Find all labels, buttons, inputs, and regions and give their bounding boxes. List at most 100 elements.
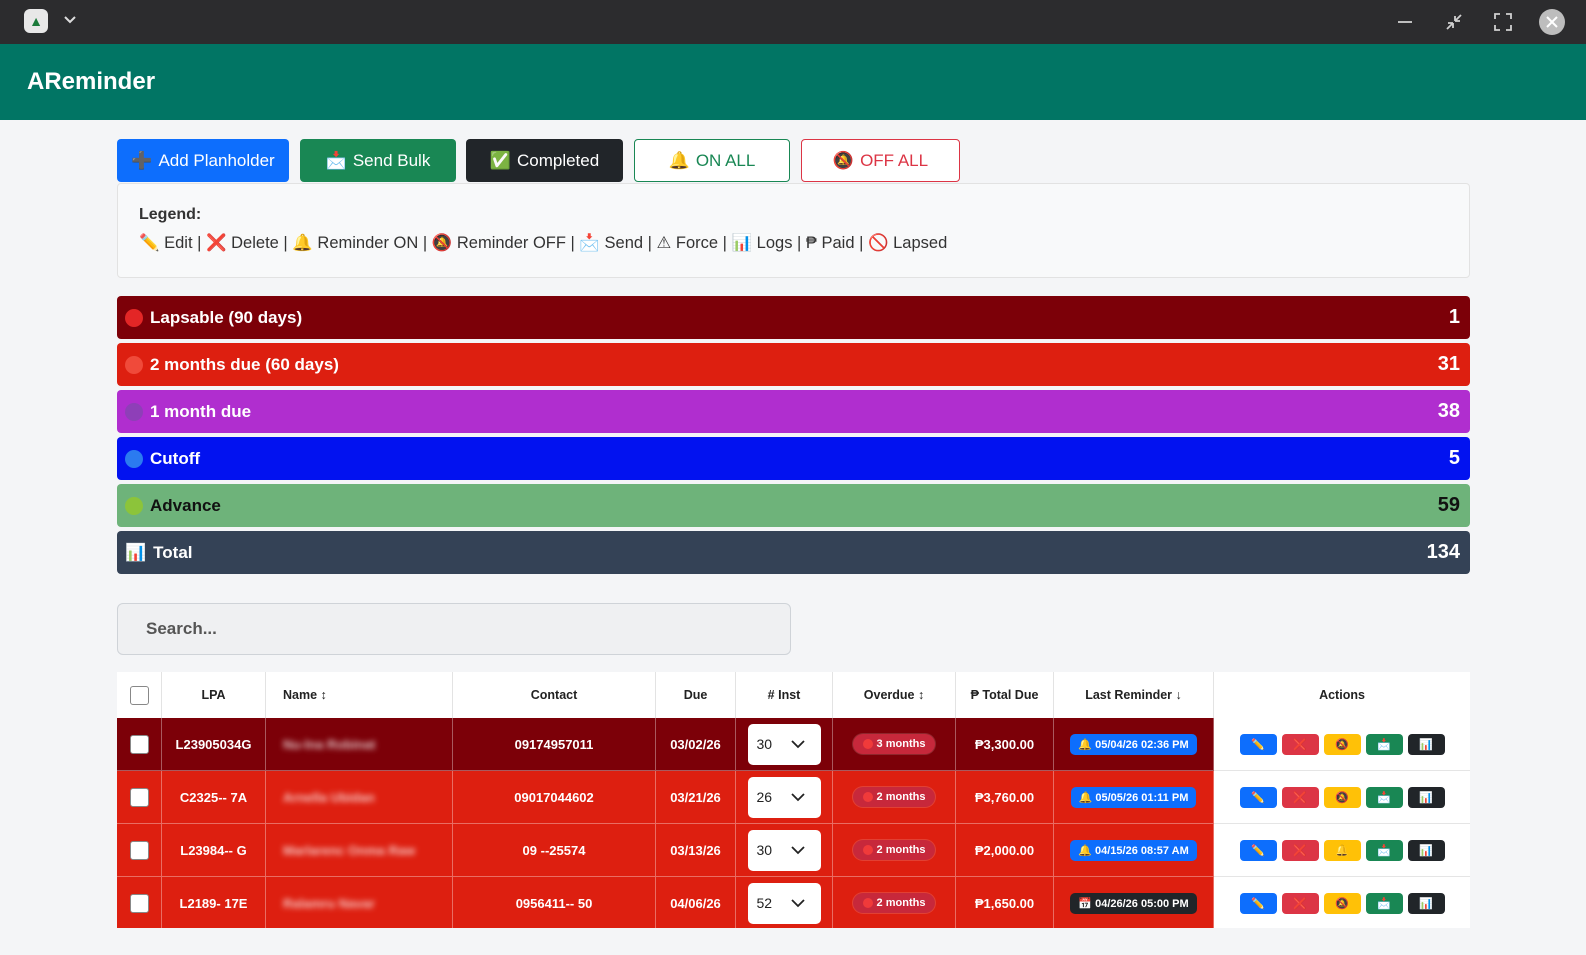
- pencil-icon: ✏️: [1251, 897, 1265, 910]
- app-logo-icon[interactable]: ▲: [24, 9, 48, 33]
- name-cell: Arnella Ubidan: [266, 771, 453, 824]
- header-overdue[interactable]: Overdue ↕: [833, 672, 956, 718]
- logs-button[interactable]: 📊: [1407, 892, 1445, 914]
- actions-cell: ✏️ ❌ 🔔 📩 📊: [1214, 824, 1470, 877]
- reminder-toggle-button[interactable]: 🔕: [1323, 892, 1361, 914]
- select-all-checkbox[interactable]: [129, 685, 149, 705]
- total-due-value: ₱1,650.00: [974, 895, 1035, 911]
- inst-select[interactable]: 52: [747, 882, 821, 924]
- blue-circle-icon: [125, 449, 143, 468]
- completed-button[interactable]: ✅ Completed: [466, 139, 623, 182]
- contact-number: 0956411-- 50: [515, 895, 593, 911]
- delete-button[interactable]: ❌: [1281, 733, 1319, 755]
- due-cell: 03/21/26: [656, 771, 736, 824]
- header-last-reminder[interactable]: Last Reminder ↓: [1054, 672, 1214, 718]
- overdue-cell: 2 months: [833, 824, 956, 877]
- reminder-toggle-button[interactable]: 🔕: [1323, 733, 1361, 755]
- x-icon: ❌: [1293, 897, 1307, 910]
- header-inst[interactable]: # Inst: [736, 672, 833, 718]
- logs-button[interactable]: 📊: [1407, 786, 1445, 808]
- last-reminder-badge: 🔔 05/04/26 02:36 PM: [1070, 733, 1197, 755]
- header-actions: Actions: [1319, 688, 1365, 702]
- header-due[interactable]: Due: [656, 672, 736, 718]
- send-bulk-button[interactable]: 📩 Send Bulk: [300, 139, 456, 182]
- x-icon: ❌: [1293, 791, 1307, 804]
- planholder-name: Marlarenc Onma Raw: [283, 842, 416, 858]
- inst-select[interactable]: 30: [747, 829, 821, 871]
- row-checkbox[interactable]: [129, 893, 149, 913]
- add-planholder-button[interactable]: ➕ Add Planholder: [117, 139, 289, 182]
- last-reminder-badge: 📅 04/26/26 05:00 PM: [1070, 892, 1197, 914]
- planholder-name: Nu-lna Robinat: [283, 736, 376, 752]
- delete-button[interactable]: ❌: [1281, 839, 1319, 861]
- last-reminder-cell: 🔔 04/15/26 08:57 AM: [1054, 824, 1214, 877]
- summary-1-month-due[interactable]: 1 month due 38: [117, 390, 1470, 433]
- summary-lapsable[interactable]: Lapsable (90 days) 1: [117, 296, 1470, 339]
- table-header: LPA Name ↕ Contact Due # Inst Overdue ↕ …: [117, 672, 1470, 718]
- off-all-button[interactable]: 🔕 OFF ALL: [801, 139, 960, 182]
- summary-count: 31: [1437, 353, 1460, 375]
- actions-cell: ✏️ ❌ 🔕 📩 📊: [1214, 718, 1470, 771]
- edit-button[interactable]: ✏️: [1239, 839, 1277, 861]
- overdue-cell: 2 months: [833, 771, 956, 824]
- row-checkbox[interactable]: [129, 787, 149, 807]
- due-cell: 04/06/26: [656, 877, 736, 928]
- row-checkbox[interactable]: [129, 734, 149, 754]
- lpa-cell: L23905034G: [162, 718, 266, 771]
- actions-cell: ✏️ ❌ 🔕 📩 📊: [1214, 877, 1470, 928]
- app-header: AReminder: [0, 44, 1586, 120]
- red-circle-icon: [862, 792, 873, 802]
- edit-button[interactable]: ✏️: [1239, 733, 1277, 755]
- edit-button[interactable]: ✏️: [1239, 892, 1277, 914]
- logs-button[interactable]: 📊: [1407, 733, 1445, 755]
- delete-button[interactable]: ❌: [1281, 892, 1319, 914]
- chevron-down-icon[interactable]: [62, 12, 78, 28]
- header-lpa[interactable]: LPA: [162, 672, 266, 718]
- chevron-down-icon: [790, 899, 805, 908]
- send-button[interactable]: 📩: [1365, 786, 1403, 808]
- header-name[interactable]: Name ↕: [266, 672, 453, 718]
- total-due-value: ₱2,000.00: [974, 842, 1035, 858]
- last-reminder-cell: 📅 04/26/26 05:00 PM: [1054, 877, 1214, 928]
- due-date: 04/06/26: [670, 895, 721, 911]
- lpa-cell: L23984-- G: [162, 824, 266, 877]
- close-icon[interactable]: [1539, 9, 1565, 35]
- summary-2-months-due[interactable]: 2 months due (60 days) 31: [117, 343, 1470, 386]
- send-button[interactable]: 📩: [1365, 733, 1403, 755]
- edit-button[interactable]: ✏️: [1239, 786, 1277, 808]
- minimize-icon[interactable]: [1393, 10, 1417, 34]
- summary-advance[interactable]: Advance 59: [117, 484, 1470, 527]
- bar-chart-icon: 📊: [1419, 844, 1433, 857]
- table-row: L23905034G Nu-lna Robinat 09174957011 03/02…: [117, 718, 1470, 771]
- row-checkbox[interactable]: [129, 840, 149, 860]
- send-button[interactable]: 📩: [1365, 892, 1403, 914]
- delete-button[interactable]: ❌: [1281, 786, 1319, 808]
- total-due-cell: ₱2,000.00: [956, 824, 1054, 877]
- reminder-toggle-button[interactable]: 🔔: [1323, 839, 1361, 861]
- last-reminder-cell: 🔔 05/05/26 01:11 PM: [1054, 771, 1214, 824]
- header-total-due[interactable]: ₱ Total Due: [956, 672, 1054, 718]
- on-all-button[interactable]: 🔔 ON ALL: [634, 139, 790, 182]
- reminder-toggle-button[interactable]: 🔕: [1323, 786, 1361, 808]
- summary-total[interactable]: 📊 Total 134: [117, 531, 1470, 574]
- last-reminder-badge: 🔔 05/05/26 01:11 PM: [1070, 786, 1197, 808]
- summary-cutoff[interactable]: Cutoff 5: [117, 437, 1470, 480]
- bar-chart-icon: 📊: [1419, 791, 1433, 804]
- plus-icon: ➕: [131, 150, 153, 170]
- contact-number: 09017044602: [514, 789, 594, 805]
- restore-icon[interactable]: [1442, 10, 1466, 34]
- bell-off-icon: 🔕: [832, 150, 855, 170]
- logs-button[interactable]: 📊: [1407, 839, 1445, 861]
- inst-select[interactable]: 26: [747, 776, 821, 818]
- search-input[interactable]: [117, 603, 791, 655]
- fullscreen-icon[interactable]: [1491, 10, 1515, 34]
- x-icon: ❌: [1293, 844, 1307, 857]
- actions-cell: ✏️ ❌ 🔕 📩 📊: [1214, 771, 1470, 824]
- header-contact[interactable]: Contact: [453, 672, 656, 718]
- envelope-icon: 📩: [1377, 791, 1391, 804]
- inst-select[interactable]: 30: [747, 723, 821, 765]
- last-reminder-cell: 🔔 05/04/26 02:36 PM: [1054, 718, 1214, 771]
- send-button[interactable]: 📩: [1365, 839, 1403, 861]
- lpa-cell: L2189- 17E: [162, 877, 266, 928]
- row-select-cell: [117, 824, 162, 877]
